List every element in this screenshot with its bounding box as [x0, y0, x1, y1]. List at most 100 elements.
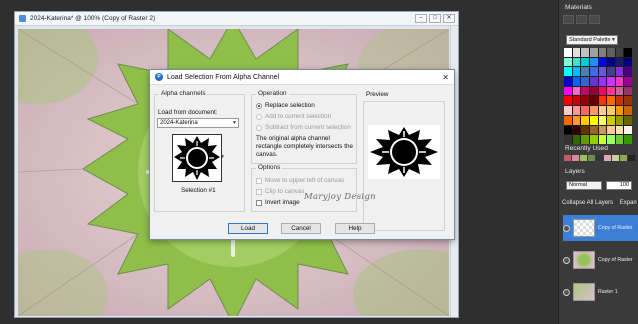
color-swatch[interactable]: [607, 96, 615, 106]
color-swatch[interactable]: [598, 57, 607, 67]
color-swatch[interactable]: [615, 48, 624, 57]
color-swatch[interactable]: [564, 125, 572, 135]
color-swatch[interactable]: [624, 48, 632, 57]
color-swatch[interactable]: [615, 115, 624, 125]
color-swatch[interactable]: [572, 135, 581, 144]
color-swatch[interactable]: [564, 86, 572, 96]
color-swatch[interactable]: [624, 96, 632, 106]
cancel-button[interactable]: Cancel: [281, 223, 321, 234]
color-swatch[interactable]: [564, 48, 572, 57]
color-swatch[interactable]: [598, 96, 607, 106]
color-swatch[interactable]: [598, 106, 607, 115]
color-swatch[interactable]: [589, 125, 598, 135]
color-swatch[interactable]: [581, 77, 589, 86]
color-swatch[interactable]: [624, 125, 632, 135]
color-swatch[interactable]: [581, 115, 589, 125]
clip-to-canvas-checkbox[interactable]: Clip to canvas: [256, 188, 305, 195]
color-swatch[interactable]: [624, 115, 632, 125]
color-swatch[interactable]: [607, 57, 615, 67]
visibility-eye-icon[interactable]: [563, 224, 570, 232]
close-window-button[interactable]: ✕: [443, 14, 455, 23]
color-swatch[interactable]: [572, 67, 581, 77]
color-swatch[interactable]: [589, 48, 598, 57]
color-swatch[interactable]: [581, 106, 589, 115]
help-button[interactable]: Help: [335, 223, 375, 234]
recent-color-swatch[interactable]: [580, 155, 587, 161]
color-swatch[interactable]: [564, 67, 572, 77]
color-swatch[interactable]: [615, 96, 624, 106]
color-swatch[interactable]: [615, 135, 624, 144]
color-swatch[interactable]: [572, 106, 581, 115]
palette-select[interactable]: Standard Palette ▼: [566, 35, 618, 45]
color-swatch[interactable]: [615, 57, 624, 67]
layer-row[interactable]: Raster 1: [563, 279, 638, 305]
color-swatch[interactable]: [581, 67, 589, 77]
color-swatch[interactable]: [598, 125, 607, 135]
recent-color-swatch[interactable]: [628, 155, 635, 161]
dialog-titlebar[interactable]: P Load Selection From Alpha Channel: [150, 70, 454, 85]
color-swatch[interactable]: [581, 48, 589, 57]
color-swatch[interactable]: [572, 48, 581, 57]
color-swatch[interactable]: [615, 106, 624, 115]
visibility-eye-icon[interactable]: [563, 256, 570, 264]
color-swatch[interactable]: [564, 96, 572, 106]
color-swatch[interactable]: [564, 135, 572, 144]
color-swatch[interactable]: [564, 57, 572, 67]
color-swatch[interactable]: [607, 86, 615, 96]
color-swatch[interactable]: [581, 125, 589, 135]
color-swatch[interactable]: [589, 106, 598, 115]
color-swatch[interactable]: [598, 77, 607, 86]
color-swatch[interactable]: [624, 57, 632, 67]
color-swatch[interactable]: [564, 106, 572, 115]
color-swatch[interactable]: [624, 135, 632, 144]
color-swatch[interactable]: [581, 86, 589, 96]
recent-color-swatch[interactable]: [596, 155, 603, 161]
tab-swatches[interactable]: [589, 15, 600, 24]
recent-color-swatch[interactable]: [620, 155, 627, 161]
color-swatch[interactable]: [607, 106, 615, 115]
color-swatch-grid[interactable]: [564, 48, 632, 144]
color-swatch[interactable]: [607, 48, 615, 57]
color-swatch[interactable]: [581, 135, 589, 144]
visibility-eye-icon[interactable]: [563, 288, 570, 296]
color-swatch[interactable]: [572, 115, 581, 125]
color-swatch[interactable]: [589, 67, 598, 77]
color-swatch[interactable]: [598, 67, 607, 77]
minimize-button[interactable]: –: [415, 14, 427, 23]
layer-row[interactable]: Copy of Raster: [563, 215, 638, 241]
recent-color-swatch[interactable]: [564, 155, 571, 161]
color-swatch[interactable]: [607, 67, 615, 77]
color-swatch[interactable]: [589, 77, 598, 86]
color-swatch[interactable]: [615, 67, 624, 77]
color-swatch[interactable]: [598, 86, 607, 96]
color-swatch[interactable]: [624, 77, 632, 86]
recent-color-swatch[interactable]: [612, 155, 619, 161]
color-swatch[interactable]: [572, 57, 581, 67]
invert-image-checkbox[interactable]: Invert image: [256, 199, 300, 206]
color-swatch[interactable]: [572, 77, 581, 86]
recent-colors[interactable]: [564, 155, 635, 161]
color-swatch[interactable]: [572, 125, 581, 135]
add-selection-radio[interactable]: Add to current selection: [256, 113, 331, 120]
color-swatch[interactable]: [598, 135, 607, 144]
blend-mode-select[interactable]: Normal: [566, 181, 602, 190]
subtract-selection-radio[interactable]: Subtract from current selection: [256, 124, 351, 131]
maximize-button[interactable]: □: [429, 14, 441, 23]
color-swatch[interactable]: [581, 57, 589, 67]
tab-rainbow[interactable]: [576, 15, 587, 24]
color-swatch[interactable]: [624, 86, 632, 96]
color-swatch[interactable]: [615, 125, 624, 135]
color-swatch[interactable]: [615, 86, 624, 96]
color-swatch[interactable]: [572, 96, 581, 106]
color-swatch[interactable]: [589, 96, 598, 106]
recent-color-swatch[interactable]: [588, 155, 595, 161]
layer-row[interactable]: Copy of Raster: [563, 247, 638, 273]
color-swatch[interactable]: [607, 135, 615, 144]
color-swatch[interactable]: [589, 135, 598, 144]
color-swatch[interactable]: [607, 77, 615, 86]
color-swatch[interactable]: [607, 115, 615, 125]
load-button[interactable]: Load: [228, 223, 268, 234]
opacity-field[interactable]: 100: [606, 181, 632, 190]
color-swatch[interactable]: [624, 106, 632, 115]
color-swatch[interactable]: [581, 96, 589, 106]
